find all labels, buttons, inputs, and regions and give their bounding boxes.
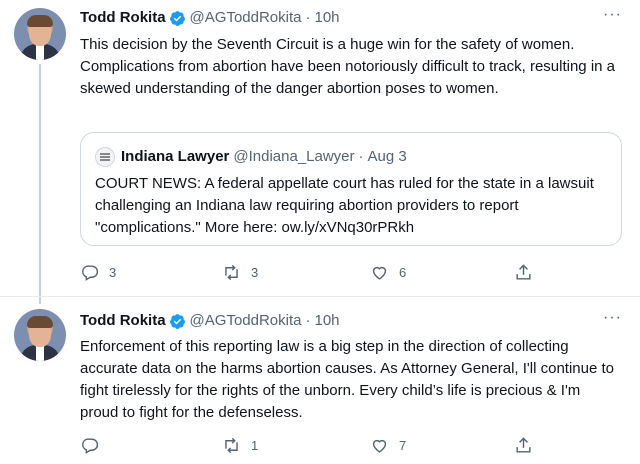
quoted-author-name: Indiana Lawyer (121, 148, 230, 165)
retweet-button[interactable]: 1 (222, 433, 258, 457)
quoted-author-avatar (95, 147, 115, 167)
tweet-2[interactable]: Todd Rokita @AGToddRokita · 10h ··· Enfo… (0, 296, 640, 464)
tweet-actions: 3 3 6 (80, 260, 620, 284)
author-name[interactable]: Todd Rokita (80, 8, 166, 28)
separator-dot: · (358, 148, 364, 165)
avatar-shirt (36, 44, 44, 60)
like-count: 7 (399, 437, 407, 453)
tweet-text: This decision by the Seventh Circuit is … (80, 36, 615, 97)
tweet-actions: 1 7 (80, 433, 620, 457)
reply-icon (82, 264, 99, 281)
thread-line (39, 64, 41, 304)
heart-icon (372, 439, 387, 453)
more-options-icon[interactable]: ··· (603, 309, 622, 327)
tweet-text: Enforcement of this reporting law is a b… (80, 338, 615, 421)
retweet-icon (225, 437, 238, 453)
author-name[interactable]: Todd Rokita (80, 311, 166, 331)
reply-icon (82, 437, 99, 454)
share-icon (516, 436, 531, 453)
reply-button[interactable] (80, 433, 109, 457)
like-button[interactable]: 6 (370, 260, 406, 284)
quoted-tweet[interactable]: Indiana Lawyer @Indiana_Lawyer · Aug 3 C… (80, 132, 622, 246)
retweet-count: 3 (251, 264, 259, 280)
retweet-icon (225, 264, 238, 280)
retweet-button[interactable]: 3 (222, 260, 258, 284)
avatar-shirt (36, 345, 44, 361)
separator-dot: · (305, 9, 311, 26)
quoted-author-handle: @Indiana_Lawyer (233, 148, 355, 165)
author-avatar[interactable] (14, 309, 66, 361)
like-button[interactable]: 7 (370, 433, 406, 457)
verified-badge-icon (169, 10, 185, 26)
separator-dot: · (305, 312, 311, 329)
tweet-timestamp[interactable]: 10h (315, 8, 340, 28)
author-handle[interactable]: @AGToddRokita (190, 8, 302, 28)
more-options-icon[interactable]: ··· (603, 6, 622, 24)
like-count: 6 (399, 264, 407, 280)
author-avatar[interactable] (14, 8, 66, 60)
share-icon (516, 263, 531, 280)
reply-count: 3 (109, 264, 117, 280)
author-handle[interactable]: @AGToddRokita (190, 311, 302, 331)
quoted-tweet-text: COURT NEWS: A federal appellate court ha… (95, 175, 594, 236)
share-button[interactable] (514, 433, 533, 457)
reply-button[interactable]: 3 (80, 260, 116, 284)
tweet-timestamp[interactable]: 10h (315, 311, 340, 331)
retweet-count: 1 (251, 437, 259, 453)
tweet-header: Todd Rokita @AGToddRokita · 10h (80, 311, 340, 331)
heart-icon (372, 266, 387, 280)
avatar-hair (27, 316, 53, 328)
tweet-1[interactable]: Todd Rokita @AGToddRokita · 10h ··· This… (0, 0, 640, 304)
tweet-header: Todd Rokita @AGToddRokita · 10h (80, 8, 340, 28)
share-button[interactable] (514, 260, 533, 284)
quoted-tweet-header: Indiana Lawyer @Indiana_Lawyer · Aug 3 (95, 147, 407, 167)
quoted-tweet-date: Aug 3 (367, 148, 407, 165)
avatar-hair (27, 15, 53, 27)
verified-badge-icon (169, 313, 185, 329)
